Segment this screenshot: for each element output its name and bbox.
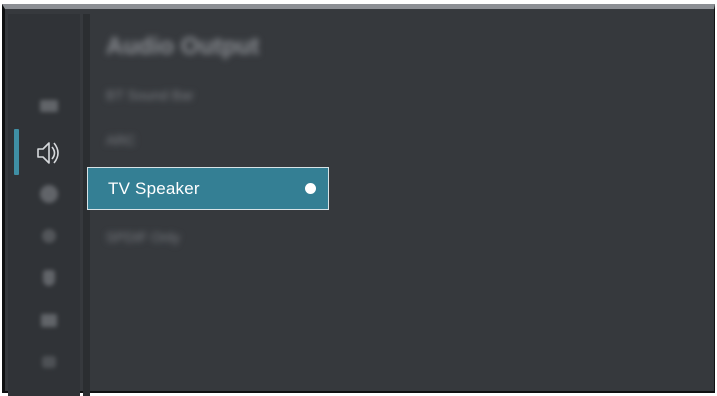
settings-sidebar — [8, 14, 80, 396]
menu-option-arc[interactable]: ARC — [106, 132, 136, 148]
menu-option-tv-speaker[interactable]: TV Speaker — [87, 167, 329, 210]
picture-icon[interactable] — [38, 95, 60, 117]
display-icon[interactable] — [38, 225, 60, 247]
active-category-indicator — [14, 129, 19, 175]
selected-radio-dot — [305, 183, 316, 194]
support-icon[interactable] — [38, 351, 60, 373]
menu-title: Audio Output — [106, 33, 260, 60]
sound-icon[interactable] — [35, 139, 65, 167]
channel-icon[interactable] — [38, 267, 60, 289]
system-icon[interactable] — [38, 309, 60, 331]
menu-option-spdif-only[interactable]: SPDIF Only — [106, 229, 180, 245]
menu-option-label: TV Speaker — [108, 179, 200, 198]
network-icon[interactable] — [38, 183, 60, 205]
menu-option-bt-sound-bar[interactable]: BT Sound Bar — [106, 87, 194, 103]
